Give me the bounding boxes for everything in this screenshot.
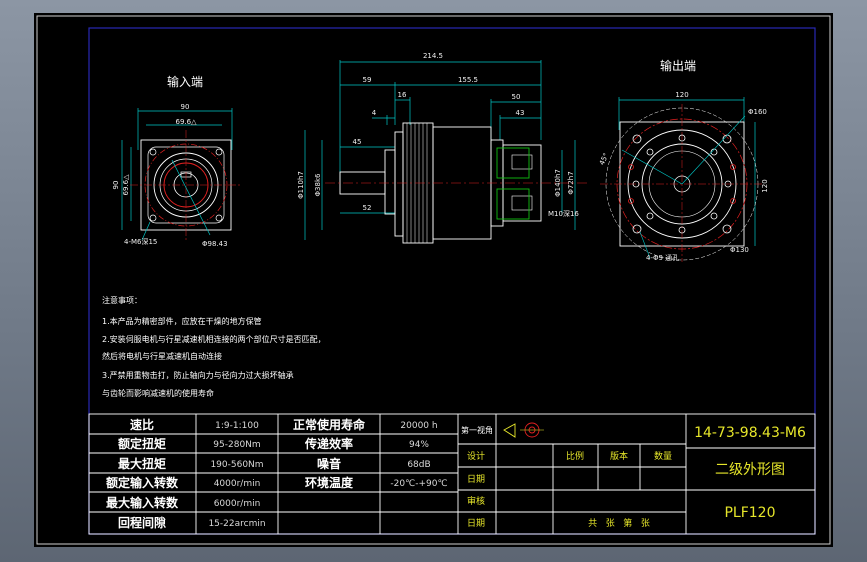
- dim-45: 45: [353, 138, 362, 146]
- dim-output-dia130: Φ130: [730, 246, 749, 254]
- note-line-3: 然后将电机与行星减速机自动连接: [102, 351, 222, 361]
- note-line-4: 3.严禁用重物击打，防止轴向力与径向力过大损坏轴承: [102, 370, 294, 380]
- projection-label: 第一视角: [461, 425, 493, 435]
- drawing-canvas: 输入端 输出端 90 69.6△ 90 69.6△ 4-M6深15 Φ98.43…: [36, 15, 831, 545]
- design-label: 设计: [467, 450, 485, 462]
- dim-output-dia160: Φ160: [748, 108, 767, 116]
- spec-value-max-speed: 6000r/min: [214, 499, 261, 509]
- spec-value-max-torque: 190-560Nm: [210, 460, 263, 470]
- dim-shaft-4: 4: [372, 109, 377, 117]
- dim-output-holes: 4-Φ9 通孔: [646, 253, 679, 262]
- dim-right-50: 50: [512, 93, 521, 101]
- spec-value-noise: 68dB: [407, 460, 430, 470]
- spec-label-rated-speed: 额定输入转数: [106, 475, 179, 490]
- spec-value-rated-torque: 95-280Nm: [213, 440, 260, 450]
- spec-label-max-speed: 最大输入转数: [106, 495, 179, 510]
- spec-value-efficiency: 94%: [409, 440, 429, 450]
- spec-value-rated-speed: 4000r/min: [214, 479, 261, 489]
- spec-label-efficiency: 传递效率: [304, 436, 353, 451]
- output-front-view: 120 45° Φ160 120 4-Φ9 通孔 Φ130: [598, 91, 769, 262]
- title-block: 第一视角 设计 日期 审核 日期 比例 版本 数量 共 张 第 张 14-73-…: [458, 414, 815, 534]
- spec-label-rated-torque: 额定扭矩: [118, 436, 166, 451]
- dim-dia38: Φ38k6: [314, 173, 322, 196]
- cad-viewport: 输入端 输出端 90 69.6△ 90 69.6△ 4-M6深15 Φ98.43…: [0, 0, 867, 562]
- dim-52: 52: [363, 204, 372, 212]
- model-number: PLF120: [724, 505, 775, 521]
- dim-output-width: 120: [675, 91, 688, 99]
- note-line-5: 与齿轮而影响减速机的使用寿命: [102, 388, 214, 398]
- note-line-1: 1.本产品为精密部件，应放在干燥的地方保管: [102, 316, 262, 326]
- inner-frame: [88, 27, 816, 535]
- side-view: 214.5 59 155.5 16 4 45 52 50 43 Φ110h7 Φ…: [297, 52, 590, 244]
- spec-value-ratio: 1:9-1:100: [215, 421, 259, 431]
- first-angle-projection-icon: [503, 422, 544, 438]
- dim-output-height: 120: [761, 179, 769, 192]
- spec-value-backlash: 15-22arcmin: [208, 519, 265, 529]
- dim-input-width: 90: [181, 103, 190, 111]
- input-front-view: 90 69.6△ 90 69.6△ 4-M6深15 Φ98.43: [112, 103, 242, 248]
- dim-input-chord: 69.6△: [176, 118, 198, 126]
- sheet-count-label: 共 张 第 张: [588, 517, 650, 529]
- spec-value-life: 20000 h: [400, 421, 437, 431]
- spec-label-life: 正常使用寿命: [293, 417, 366, 432]
- notes-block: 注意事项： 1.本产品为精密部件，应放在干燥的地方保管 2.安装伺服电机与行星减…: [102, 295, 326, 398]
- spec-label-temperature: 环境温度: [305, 475, 354, 490]
- dim-input-height: 90: [112, 181, 120, 190]
- spec-label-max-torque: 最大扭矩: [118, 456, 166, 471]
- dim-total-length: 214.5: [423, 52, 443, 60]
- dim-input-holes: 4-M6深15: [124, 237, 157, 246]
- date-label-2: 日期: [467, 518, 485, 529]
- spec-label-backlash: 回程间隙: [118, 515, 166, 530]
- spec-label-noise: 噪音: [317, 456, 341, 471]
- dim-dia110: Φ110h7: [297, 171, 305, 199]
- dim-m10: M10深16: [548, 209, 579, 218]
- spec-value-temperature: -20℃-+90℃: [390, 479, 447, 489]
- note-line-0: 注意事项：: [102, 295, 142, 305]
- dim-left-length: 59: [363, 76, 372, 84]
- dim-input-pcd: Φ98.43: [202, 240, 228, 248]
- drawing-code: 14-73-98.43-M6: [694, 425, 806, 441]
- date-label-1: 日期: [467, 474, 485, 485]
- dim-right-43: 43: [516, 109, 525, 117]
- version-label: 版本: [610, 450, 628, 462]
- input-end-label: 输入端: [167, 74, 203, 89]
- scale-label: 比例: [566, 450, 584, 462]
- dim-body-length: 155.5: [458, 76, 478, 84]
- dim-input-height2: 69.6△: [122, 174, 130, 196]
- output-end-label: 输出端: [660, 58, 696, 73]
- dim-flange: 16: [398, 91, 407, 99]
- quantity-label: 数量: [654, 450, 672, 462]
- drawing-name: 二级外形图: [715, 462, 785, 478]
- review-label: 审核: [467, 495, 485, 507]
- note-line-2: 2.安装伺服电机与行星减速机相连接的两个部位尺寸是否匹配，: [102, 334, 326, 344]
- spec-label-ratio: 速比: [130, 417, 154, 432]
